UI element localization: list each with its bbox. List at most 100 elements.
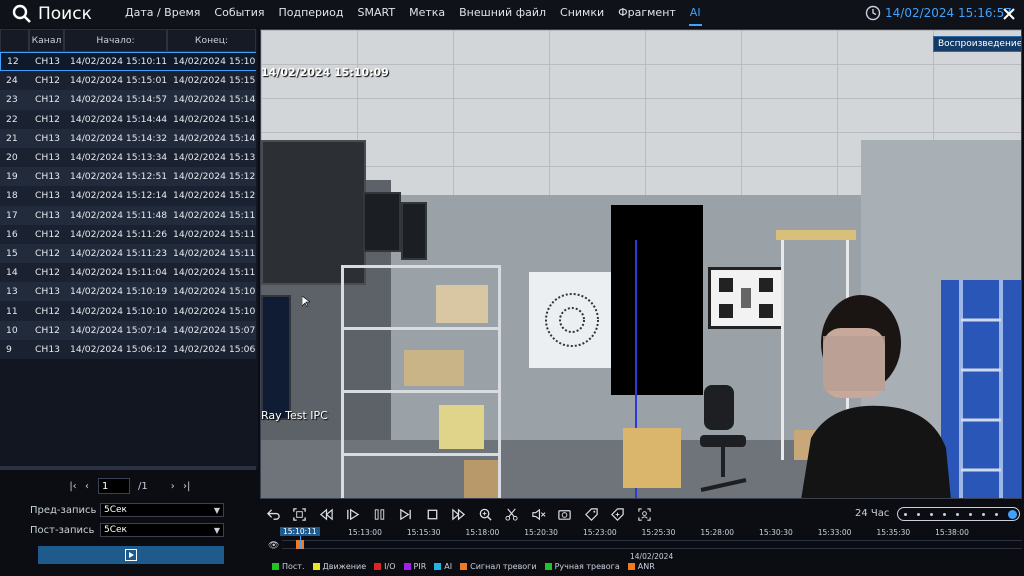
- rewind-icon: [319, 508, 333, 520]
- tag-edit-button[interactable]: [605, 503, 632, 525]
- table-row[interactable]: 10 CH12 14/02/2024 15:07:14 14/02/2024 15:0…: [0, 320, 256, 340]
- table-row[interactable]: 18 CH13 14/02/2024 15:12:14 14/02/2024 15:1…: [0, 186, 256, 206]
- timeline-tick: 15:33:00: [817, 528, 852, 537]
- tab-smart[interactable]: SMART: [351, 0, 403, 28]
- table-row[interactable]: 22 CH12 14/02/2024 15:14:44 14/02/2024 15:1…: [0, 109, 256, 129]
- scene-monitor: [261, 295, 291, 420]
- step-button[interactable]: [393, 503, 420, 525]
- fast-forward-icon: [452, 508, 466, 520]
- legend-swatch: [627, 563, 635, 570]
- next-page-icon[interactable]: ›: [166, 479, 180, 493]
- timeline-track[interactable]: [282, 540, 1022, 549]
- close-icon[interactable]: [1000, 5, 1018, 23]
- first-page-icon[interactable]: |‹: [66, 479, 80, 493]
- timeline[interactable]: 15:13:00 15:15:30 15:18:00 15:20:30 15:23:00…: [260, 527, 1022, 561]
- slider-knob[interactable]: [1008, 510, 1017, 519]
- tab-subperiod[interactable]: Подпериод: [271, 0, 350, 28]
- scene-shelf: [341, 265, 501, 498]
- scene-monitor: [363, 192, 401, 252]
- cell-start: 14/02/2024 15:13:34: [64, 147, 167, 168]
- prev-page-icon[interactable]: ‹: [80, 479, 94, 493]
- tab-ai[interactable]: AI: [683, 0, 708, 28]
- tab-external-file[interactable]: Внешний файл: [452, 0, 553, 28]
- tag-button[interactable]: [578, 503, 605, 525]
- column-header-start[interactable]: Начало:: [64, 29, 167, 52]
- cell-num: 15: [0, 243, 29, 264]
- page-input[interactable]: [98, 478, 130, 494]
- last-page-icon[interactable]: ›|: [180, 479, 194, 493]
- table-row[interactable]: 16 CH12 14/02/2024 15:11:26 14/02/2024 15:1…: [0, 224, 256, 244]
- table-row[interactable]: 15 CH12 14/02/2024 15:11:23 14/02/2024 15:1…: [0, 243, 256, 264]
- video-player[interactable]: 14/02/2024 15:10:09 Ray Test IPC Воспрои…: [260, 29, 1022, 499]
- column-header-channel[interactable]: Канал: [29, 29, 64, 52]
- play-button[interactable]: [340, 503, 367, 525]
- table-row[interactable]: 11 CH12 14/02/2024 15:10:10 14/02/2024 15:1…: [0, 301, 256, 321]
- cell-channel: CH12: [29, 109, 64, 129]
- table-row[interactable]: 23 CH12 14/02/2024 15:14:57 14/02/2024 15:1…: [0, 90, 256, 110]
- zoom-icon: [479, 508, 492, 521]
- ai-face-button[interactable]: [631, 503, 658, 525]
- zoom-button[interactable]: [472, 503, 499, 525]
- cell-channel: CH12: [29, 243, 64, 264]
- tab-tag[interactable]: Метка: [402, 0, 452, 28]
- mute-button[interactable]: [525, 503, 552, 525]
- snapshot-button[interactable]: [552, 503, 579, 525]
- legend-item: Пост.: [272, 562, 305, 571]
- pre-record-select[interactable]: 5Сек ▼: [100, 503, 224, 517]
- fast-forward-button[interactable]: [446, 503, 473, 525]
- timeline-date: 14/02/2024: [630, 552, 674, 561]
- legend-label: Ручная тревога: [554, 562, 620, 571]
- table-row[interactable]: 20 CH13 14/02/2024 15:13:34 14/02/2024 15:1…: [0, 147, 256, 168]
- legend-label: PIR: [413, 562, 427, 571]
- rewind-button[interactable]: [313, 503, 340, 525]
- column-header-end[interactable]: Конец:: [167, 29, 256, 52]
- table-row[interactable]: 19 CH13 14/02/2024 15:12:51 14/02/2024 15:1…: [0, 167, 256, 187]
- tab-snapshots[interactable]: Снимки: [553, 0, 611, 28]
- eye-icon[interactable]: 👁: [268, 541, 279, 551]
- tab-date-time[interactable]: Дата / Время: [118, 0, 207, 28]
- timeline-tick: 15:18:00: [465, 528, 500, 537]
- table-row[interactable]: 9 CH13 14/02/2024 15:06:12 14/02/2024 15:06…: [0, 339, 256, 359]
- post-record-select[interactable]: 5Сек ▼: [100, 523, 224, 537]
- fullscreen-button[interactable]: [287, 503, 314, 525]
- pre-record-label: Пред-запись: [30, 504, 97, 516]
- back-button[interactable]: [260, 503, 287, 525]
- cell-num: 12: [0, 52, 29, 72]
- mute-icon: [532, 508, 546, 520]
- table-row[interactable]: 21 CH13 14/02/2024 15:14:32 14/02/2024 15:1…: [0, 128, 256, 148]
- timeline-tick: 15:20:30: [524, 528, 558, 537]
- timeline-zoom-slider[interactable]: [897, 507, 1020, 521]
- post-record-row: Пост-запись 5Сек ▼: [30, 523, 224, 537]
- cell-channel: CH13: [29, 147, 64, 168]
- cell-channel: CH13: [29, 186, 64, 206]
- chevron-down-icon: ▼: [213, 526, 220, 535]
- brand: Поиск: [12, 4, 112, 24]
- cell-start: 14/02/2024 15:14:57: [64, 90, 167, 110]
- legend-label: ANR: [637, 562, 655, 571]
- table-row[interactable]: 13 CH13 14/02/2024 15:10:19 14/02/2024 15:1…: [0, 282, 256, 302]
- play-selected-button[interactable]: [38, 546, 224, 564]
- cell-end: 14/02/2024 15:11:4: [167, 205, 256, 225]
- tab-fragment[interactable]: Фрагмент: [611, 0, 683, 28]
- cell-channel: CH13: [29, 339, 64, 359]
- tab-events[interactable]: События: [207, 0, 271, 28]
- cell-start: 14/02/2024 15:12:14: [64, 186, 167, 206]
- tag-icon: [584, 507, 598, 521]
- legend-item: I/O: [374, 562, 396, 571]
- table-row[interactable]: 24 CH12 14/02/2024 15:15:01 14/02/2024 15:1…: [0, 71, 256, 91]
- cell-channel: CH12: [29, 90, 64, 110]
- clip-button[interactable]: [499, 503, 526, 525]
- table-scrollbar[interactable]: [0, 466, 256, 470]
- play-icon: [125, 549, 137, 561]
- table-row[interactable]: 12 CH13 14/02/2024 15:10:11 14/02/2024 15:1…: [0, 52, 256, 72]
- results-panel: Канал Начало: Конец: 12 CH13 14/02/2024 15…: [0, 29, 258, 470]
- cell-end: 14/02/2024 15:10:1: [167, 52, 256, 72]
- legend-swatch: [272, 563, 279, 570]
- table-row[interactable]: 17 CH13 14/02/2024 15:11:48 14/02/2024 15:1…: [0, 205, 256, 225]
- table-row[interactable]: 14 CH12 14/02/2024 15:11:04 14/02/2024 15:1…: [0, 263, 256, 283]
- pause-button[interactable]: [366, 503, 393, 525]
- cell-start: 14/02/2024 15:14:44: [64, 109, 167, 129]
- post-record-value: 5Сек: [104, 525, 127, 535]
- pager: |‹ ‹ /1 › ›|: [66, 478, 194, 494]
- stop-button[interactable]: [419, 503, 446, 525]
